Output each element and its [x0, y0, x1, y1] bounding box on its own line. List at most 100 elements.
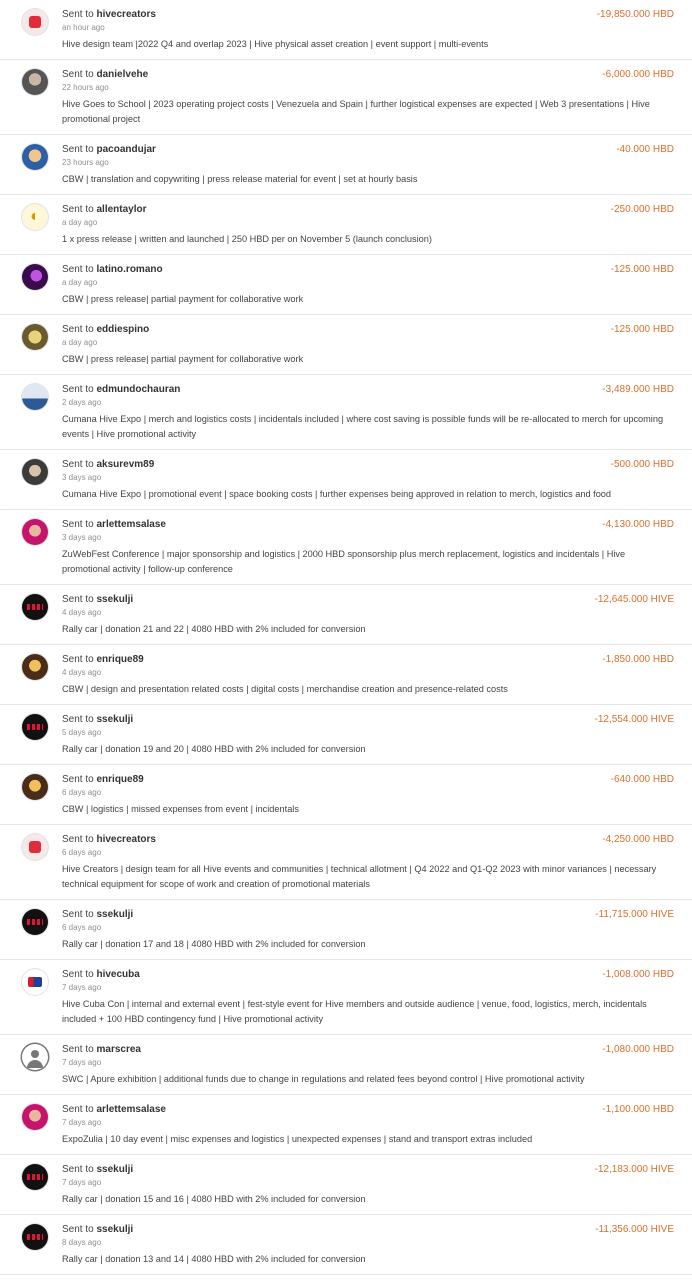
transfer-row[interactable]: Sent to arlettemsalase -1,100.000 HBD 7 …	[0, 1095, 692, 1155]
recipient-link[interactable]: ssekulji	[96, 1164, 133, 1175]
recipient-link[interactable]: marscrea	[96, 1044, 140, 1055]
transfer-row[interactable]: Sent to ssekulji -11,356.000 HIVE 8 days…	[0, 1215, 692, 1275]
recipient-link[interactable]: hivecreators	[96, 9, 155, 20]
transfer-row[interactable]: Sent to eddiespino -125.000 HBD a day ag…	[0, 315, 692, 375]
transfer-row[interactable]: Sent to pacoandujar -40.000 HBD 23 hours…	[0, 135, 692, 195]
transfer-time: a day ago	[62, 218, 98, 227]
recipient-link[interactable]: ssekulji	[96, 714, 133, 725]
transfer-row[interactable]: Sent to ssekulji -12,554.000 HIVE 5 days…	[0, 705, 692, 765]
recipient-link[interactable]: hivecreators	[96, 834, 155, 845]
avatar-hivecreators[interactable]	[22, 9, 48, 35]
transfer-row[interactable]: Sent to hivecreators -4,250.000 HBD 6 da…	[0, 825, 692, 900]
transfer-memo: ZuWebFest Conference | major sponsorship…	[62, 549, 626, 574]
avatar-eddie[interactable]	[22, 324, 48, 350]
transfer-memo: 1 x press release | written and launched…	[62, 234, 432, 244]
avatar-edmundo[interactable]	[22, 384, 48, 410]
recipient-link[interactable]: hivecuba	[96, 969, 139, 980]
sent-prefix: Sent to	[62, 144, 94, 155]
transfer-amount: -1,100.000 HBD	[602, 1104, 674, 1115]
transfer-row[interactable]: Sent to ssekulji -11,715.000 HIVE 6 days…	[0, 900, 692, 960]
transfer-header: Sent to arlettemsalase -4,130.000 HBD	[62, 519, 674, 530]
transfer-row[interactable]: Sent to latino.romano -125.000 HBD a day…	[0, 255, 692, 315]
avatar-allentaylor[interactable]: ◐	[22, 204, 48, 230]
avatar-enrique[interactable]	[22, 654, 48, 680]
transfer-row[interactable]: Sent to arlettemsalase -4,130.000 HBD 3 …	[0, 510, 692, 585]
transfer-header: Sent to allentaylor -250.000 HBD	[62, 204, 674, 215]
avatar-danielvehe[interactable]	[22, 69, 48, 95]
transfer-row[interactable]: Sent to enrique89 -640.000 HBD 6 days ag…	[0, 765, 692, 825]
default-user-head-icon	[31, 1050, 39, 1058]
transfer-row[interactable]: Sent to marscrea -1,080.000 HBD 7 days a…	[0, 1035, 692, 1095]
transfer-row[interactable]: Sent to danielvehe -6,000.000 HBD 22 hou…	[0, 60, 692, 135]
avatar-aksure[interactable]	[22, 459, 48, 485]
transfer-row[interactable]: Sent to enrique89 -1,850.000 HBD 4 days …	[0, 645, 692, 705]
transfer-row[interactable]: Sent to ssekulji -12,645.000 HIVE 4 days…	[0, 585, 692, 645]
transfer-row[interactable]: Sent to hivecreators -19,850.000 HBD an …	[0, 0, 692, 60]
avatar-arlette[interactable]	[22, 1104, 48, 1130]
default-user-body-icon	[27, 1060, 43, 1068]
transfer-recipient: Sent to aksurevm89	[62, 459, 154, 470]
recipient-link[interactable]: enrique89	[96, 654, 143, 665]
transfer-recipient: Sent to pacoandujar	[62, 144, 156, 155]
transfer-row[interactable]: Sent to hivecuba -1,008.000 HBD 7 days a…	[0, 960, 692, 1035]
transfer-row[interactable]: Sent to edmundochauran -3,489.000 HBD 2 …	[0, 375, 692, 450]
transfer-memo: Rally car | donation 17 and 18 | 4080 HB…	[62, 939, 366, 949]
recipient-link[interactable]: arlettemsalase	[96, 1104, 166, 1115]
hivecreators-logo-icon	[29, 841, 41, 853]
ssekulji-logo-icon	[27, 1174, 43, 1180]
avatar-ssekulji[interactable]	[22, 909, 48, 935]
recipient-link[interactable]: pacoandujar	[96, 144, 155, 155]
transfer-amount: -125.000 HBD	[610, 264, 674, 275]
recipient-link[interactable]: latino.romano	[96, 264, 162, 275]
transfer-time: 22 hours ago	[62, 83, 109, 92]
sent-prefix: Sent to	[62, 714, 94, 725]
recipient-link[interactable]: arlettemsalase	[96, 519, 166, 530]
transfer-memo: Rally car | donation 13 and 14 | 4080 HB…	[62, 1254, 366, 1264]
transfer-time: 8 days ago	[62, 1238, 102, 1247]
avatar-latino[interactable]	[22, 264, 48, 290]
transfer-recipient: Sent to edmundochauran	[62, 384, 180, 395]
avatar-default[interactable]	[22, 1044, 48, 1070]
recipient-link[interactable]: eddiespino	[96, 324, 149, 335]
avatar-ssekulji[interactable]	[22, 594, 48, 620]
transfer-amount: -4,250.000 HBD	[602, 834, 674, 845]
hivecreators-logo-icon	[29, 16, 41, 28]
transfer-time: 4 days ago	[62, 608, 102, 617]
transfer-row[interactable]: Sent to aksurevm89 -500.000 HBD 3 days a…	[0, 450, 692, 510]
transfer-time: 6 days ago	[62, 788, 102, 797]
transfer-amount: -19,850.000 HBD	[596, 9, 674, 20]
avatar-pacoandujar[interactable]	[22, 144, 48, 170]
transfer-recipient: Sent to allentaylor	[62, 204, 147, 215]
avatar-hivecreators[interactable]	[22, 834, 48, 860]
transfer-header: Sent to eddiespino -125.000 HBD	[62, 324, 674, 335]
sent-prefix: Sent to	[62, 1044, 94, 1055]
transfer-row[interactable]: Sent to ssekulji -12,183.000 HIVE 7 days…	[0, 1155, 692, 1215]
recipient-link[interactable]: allentaylor	[96, 204, 146, 215]
transfer-amount: -12,645.000 HIVE	[594, 594, 675, 605]
transfer-memo: CBW | logistics | missed expenses from e…	[62, 804, 299, 814]
transfer-recipient: Sent to marscrea	[62, 1044, 141, 1055]
recipient-link[interactable]: ssekulji	[96, 909, 133, 920]
recipient-link[interactable]: ssekulji	[96, 594, 133, 605]
recipient-link[interactable]: danielvehe	[96, 69, 148, 80]
avatar-hivecuba[interactable]	[22, 969, 48, 995]
avatar-ssekulji[interactable]	[22, 1164, 48, 1190]
recipient-link[interactable]: aksurevm89	[96, 459, 154, 470]
transfer-recipient: Sent to hivecuba	[62, 969, 140, 980]
sent-prefix: Sent to	[62, 969, 94, 980]
avatar-ssekulji[interactable]	[22, 714, 48, 740]
transfer-recipient: Sent to ssekulji	[62, 714, 133, 725]
transfer-recipient: Sent to ssekulji	[62, 1164, 133, 1175]
transfer-header: Sent to marscrea -1,080.000 HBD	[62, 1044, 674, 1055]
avatar-arlette[interactable]	[22, 519, 48, 545]
recipient-link[interactable]: ssekulji	[96, 1224, 133, 1235]
transfer-time: 2 days ago	[62, 398, 102, 407]
recipient-link[interactable]: edmundochauran	[96, 384, 180, 395]
transfer-time: an hour ago	[62, 23, 105, 32]
recipient-link[interactable]: enrique89	[96, 774, 143, 785]
avatar-ssekulji[interactable]	[22, 1224, 48, 1250]
transfer-row[interactable]: ◐ Sent to allentaylor -250.000 HBD a day…	[0, 195, 692, 255]
transfer-memo: CBW | design and presentation related co…	[62, 684, 508, 694]
transfer-memo: Hive Creators | design team for all Hive…	[62, 864, 657, 889]
avatar-enrique[interactable]	[22, 774, 48, 800]
